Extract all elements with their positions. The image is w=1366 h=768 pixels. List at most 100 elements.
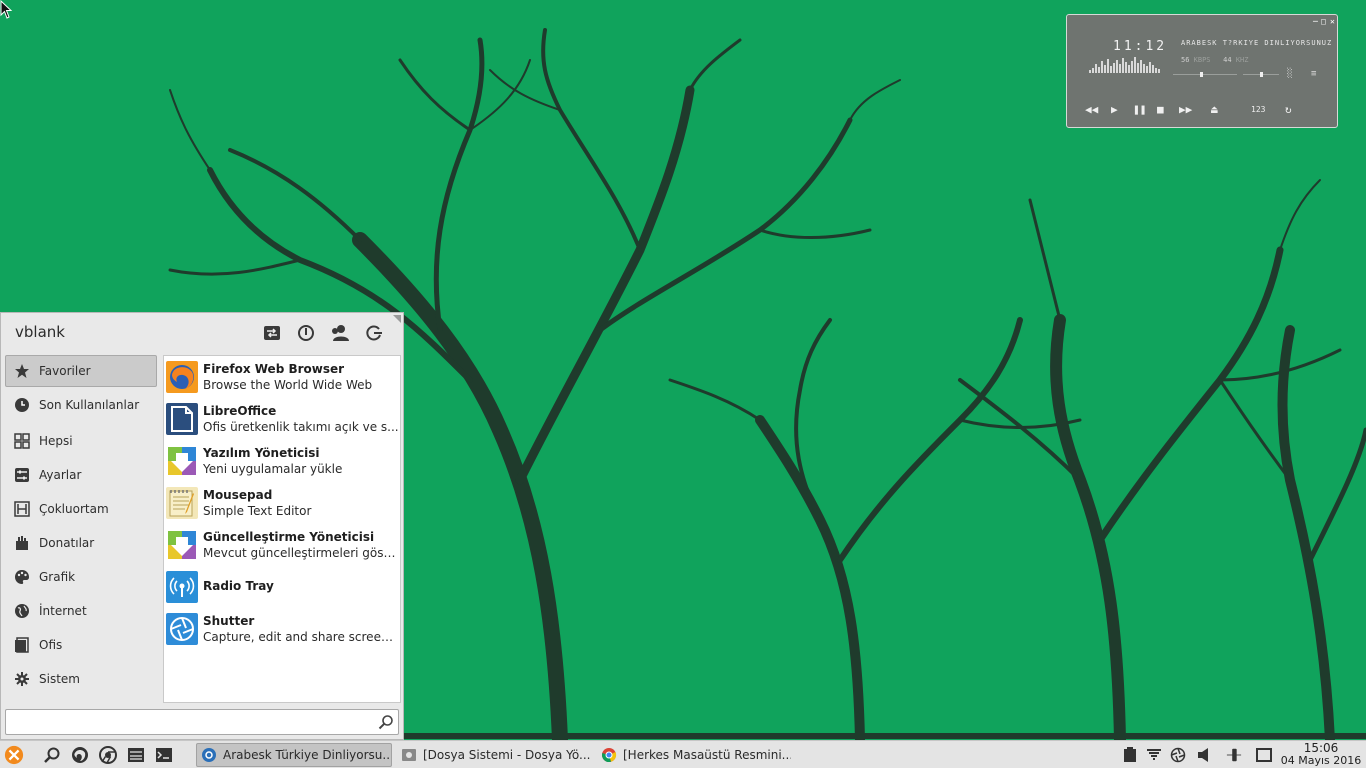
seek-handle[interactable] (1200, 72, 1203, 77)
category-label: Hepsi (39, 434, 73, 448)
app-name: Firefox Web Browser (203, 362, 345, 376)
show-desktop-icon[interactable] (1256, 747, 1272, 763)
accessories-icon (14, 535, 30, 551)
menu-search-input[interactable] (10, 713, 370, 731)
eject-icon[interactable]: ⏏ (1211, 103, 1218, 116)
close-icon[interactable]: ✕ (1330, 17, 1335, 26)
task-file-manager[interactable]: [Dosya Sistemi - Dosya Yö... (396, 743, 592, 767)
category-hepsi[interactable]: Hepsi (5, 425, 157, 457)
category-label: Grafik (39, 570, 76, 584)
clipboard-icon[interactable] (1122, 747, 1138, 763)
xfce-menu-button[interactable] (4, 745, 24, 765)
category-label: Favoriler (39, 364, 91, 378)
category-label: İnternet (39, 604, 87, 618)
switch-user-icon[interactable] (329, 322, 351, 344)
repeat-icon[interactable]: ↻ (1285, 103, 1292, 116)
category-son-kullanilanlar[interactable]: Son Kullanılanlar (5, 389, 157, 421)
lock-screen-icon[interactable] (295, 322, 317, 344)
app-item-update-manager[interactable]: Güncelleştirme Yöneticisi Mevcut güncell… (164, 524, 400, 566)
category-label: Son Kullanılanlar (39, 398, 140, 412)
spectrum-bar (1134, 57, 1136, 73)
stop-icon[interactable]: ■ (1157, 103, 1164, 116)
category-cokluortam[interactable]: Çokluortam (5, 493, 157, 525)
app-name: Mousepad (203, 488, 273, 502)
terminal-launcher-icon[interactable] (154, 745, 174, 765)
log-out-icon[interactable] (363, 322, 385, 344)
spectrum-bar (1107, 59, 1109, 73)
radio-tray-icon (166, 571, 198, 603)
app-item-firefox[interactable]: Firefox Web Browser Browse the World Wid… (164, 356, 400, 398)
category-label: Ayarlar (39, 468, 82, 482)
task-chrome[interactable]: [Herkes Masaüstü Resmini... (596, 743, 792, 767)
spectrum-visualizer (1089, 55, 1161, 73)
software-manager-icon (166, 445, 198, 477)
category-grafik[interactable]: Grafik (5, 561, 157, 593)
file-manager-icon (401, 747, 417, 763)
chrome-launcher-icon[interactable] (98, 745, 118, 765)
equalizer-icon[interactable]: ░ (1287, 69, 1292, 79)
app-item-radio-tray[interactable]: Radio Tray (164, 566, 400, 608)
spectrum-bar (1131, 61, 1133, 73)
volume-slider[interactable] (1243, 72, 1279, 77)
player-kbps-unit: KBPS (1193, 56, 1211, 64)
category-ofis[interactable]: Ofis (5, 629, 157, 661)
file-manager-launcher-icon[interactable] (126, 745, 146, 765)
player-bitrate: 56 KBPS 44 KHZ (1181, 56, 1248, 64)
firefox-launcher-icon[interactable] (70, 745, 90, 765)
app-item-mousepad[interactable]: Mousepad Simple Text Editor (164, 482, 400, 524)
player-khz-value: 44 (1223, 56, 1232, 64)
system-icon (14, 671, 30, 687)
spectrum-bar (1146, 66, 1148, 73)
category-label: Çokluortam (39, 502, 109, 516)
player-track-title: ARABESK T?RKIYE DINLIYORSUNUZ (1181, 39, 1333, 47)
star-icon (14, 363, 30, 379)
app-item-libreoffice[interactable]: LibreOffice Ofis üretkenlik takımı açık … (164, 398, 400, 440)
app-description: Mevcut güncelleştirmeleri göst... (203, 546, 399, 560)
app-item-shutter[interactable]: Shutter Capture, edit and share screen..… (164, 608, 400, 650)
task-label: Arabesk Türkiye Dinliyorsu... (223, 748, 392, 762)
player-counter[interactable]: 123 (1251, 105, 1265, 114)
category-sistem[interactable]: Sistem (5, 663, 157, 695)
app-list: Firefox Web Browser Browse the World Wid… (163, 355, 401, 703)
mouse-cursor-icon (0, 0, 13, 19)
category-list: Favoriler Son Kullanılanlar Hepsi Ayarla… (5, 355, 157, 697)
player-time: 11:12 (1113, 39, 1168, 54)
menu-resize-grip[interactable] (393, 315, 401, 323)
app-item-software-manager[interactable]: Yazılım Yöneticisi Yeni uygulamalar yükl… (164, 440, 400, 482)
settings-icon (14, 467, 30, 483)
task-radio[interactable]: Arabesk Türkiye Dinliyorsu... (196, 743, 392, 767)
category-internet[interactable]: İnternet (5, 595, 157, 627)
spectrum-bar (1110, 66, 1112, 73)
volume-handle[interactable] (1260, 72, 1263, 77)
spectrum-bar (1137, 63, 1139, 73)
chrome-icon (601, 747, 617, 763)
volume-icon[interactable] (1196, 747, 1212, 763)
next-icon[interactable]: ▶▶ (1179, 103, 1192, 116)
category-label: Donatılar (39, 536, 95, 550)
minimize-icon[interactable]: ─ (1313, 17, 1318, 26)
category-ayarlar[interactable]: Ayarlar (5, 459, 157, 491)
multimedia-icon (14, 501, 30, 517)
seek-slider[interactable] (1173, 72, 1237, 77)
menu-search-box[interactable] (5, 709, 399, 735)
category-donatilar[interactable]: Donatılar (5, 527, 157, 559)
firefox-icon (166, 361, 198, 393)
spectrum-bar (1113, 63, 1115, 73)
network-icon[interactable] (1146, 747, 1162, 763)
app-finder-icon[interactable] (42, 745, 62, 765)
shutter-tray-icon[interactable] (1170, 747, 1186, 763)
app-name: Yazılım Yöneticisi (203, 446, 320, 460)
pause-icon[interactable]: ❚❚ (1133, 103, 1146, 116)
maximize-icon[interactable]: □ (1321, 17, 1326, 26)
settings-manager-icon[interactable] (261, 322, 283, 344)
app-description: Browse the World Wide Web (203, 378, 373, 392)
office-icon (14, 637, 30, 653)
category-favoriler[interactable]: Favoriler (5, 355, 157, 387)
libreoffice-icon (166, 403, 198, 435)
playlist-icon[interactable]: ≡ (1311, 69, 1316, 79)
play-icon[interactable]: ▶ (1111, 103, 1118, 116)
spectrum-bar (1119, 64, 1121, 73)
clock[interactable]: 15:06 04 Mayıs 2016 (1278, 742, 1364, 767)
audio-level-icon[interactable] (1226, 747, 1242, 763)
previous-icon[interactable]: ◀◀ (1085, 103, 1098, 116)
